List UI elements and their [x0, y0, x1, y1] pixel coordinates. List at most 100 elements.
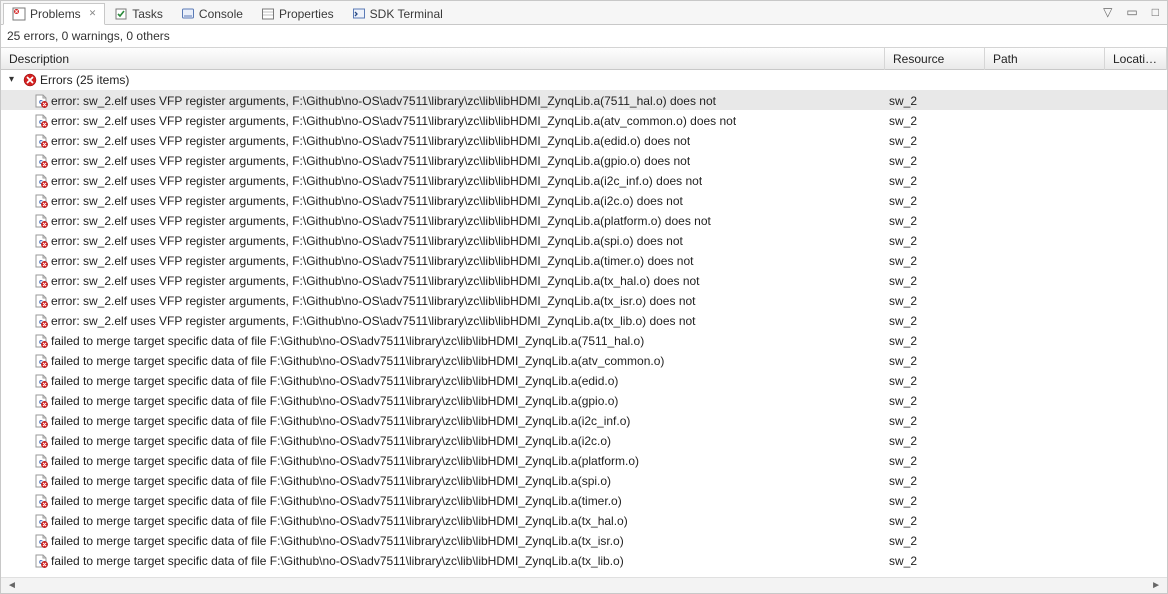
- problem-row[interactable]: c error: sw_2.elf uses VFP register argu…: [1, 270, 1167, 290]
- close-icon[interactable]: ✕: [89, 8, 97, 19]
- horizontal-scrollbar[interactable]: ◄ ►: [1, 577, 1167, 593]
- resource-cell: sw_2: [885, 351, 985, 371]
- view-toolbar: ▽ ▭ □: [1099, 3, 1163, 21]
- tab-console[interactable]: Console: [172, 3, 252, 25]
- c-error-file-icon: c: [31, 254, 51, 268]
- problem-row[interactable]: c failed to merge target specific data o…: [1, 550, 1167, 570]
- problem-row[interactable]: c error: sw_2.elf uses VFP register argu…: [1, 290, 1167, 310]
- c-error-file-icon: c: [31, 554, 51, 568]
- problem-text: error: sw_2.elf uses VFP register argume…: [51, 111, 736, 131]
- c-error-file-icon: c: [31, 274, 51, 288]
- scroll-right-arrow-icon[interactable]: ►: [1147, 580, 1165, 591]
- problem-text: error: sw_2.elf uses VFP register argume…: [51, 271, 700, 291]
- view-menu-button[interactable]: ▽: [1099, 3, 1116, 21]
- problem-row[interactable]: c failed to merge target specific data o…: [1, 450, 1167, 470]
- tab-sdk-terminal[interactable]: SDK Terminal: [343, 3, 452, 25]
- c-error-file-icon: c: [31, 394, 51, 408]
- resource-cell: sw_2: [885, 151, 985, 171]
- expand-twisty-icon[interactable]: ▾: [9, 70, 20, 90]
- problem-text: error: sw_2.elf uses VFP register argume…: [51, 171, 702, 191]
- group-label: Errors (25 items): [40, 70, 129, 90]
- c-error-file-icon: c: [31, 434, 51, 448]
- tab-label: Properties: [279, 7, 334, 21]
- problem-text: failed to merge target specific data of …: [51, 391, 618, 411]
- problem-row[interactable]: c error: sw_2.elf uses VFP register argu…: [1, 130, 1167, 150]
- table-body: ▾ Errors (25 items) c error: sw_2.elf us…: [1, 70, 1167, 577]
- resource-cell: sw_2: [885, 291, 985, 311]
- problem-row[interactable]: c failed to merge target specific data o…: [1, 470, 1167, 490]
- problem-row[interactable]: c failed to merge target specific data o…: [1, 490, 1167, 510]
- tab-tasks[interactable]: Tasks: [105, 3, 172, 25]
- c-error-file-icon: c: [31, 174, 51, 188]
- resource-cell: sw_2: [885, 531, 985, 551]
- maximize-button[interactable]: □: [1148, 3, 1163, 21]
- c-error-file-icon: c: [31, 414, 51, 428]
- problem-row[interactable]: c failed to merge target specific data o…: [1, 510, 1167, 530]
- problem-row[interactable]: c error: sw_2.elf uses VFP register argu…: [1, 110, 1167, 130]
- problem-row[interactable]: c failed to merge target specific data o…: [1, 530, 1167, 550]
- tab-problems[interactable]: Problems ✕: [3, 3, 105, 25]
- c-error-file-icon: c: [31, 134, 51, 148]
- error-group-row[interactable]: ▾ Errors (25 items): [1, 70, 1167, 90]
- tab-label: Console: [199, 7, 243, 21]
- problem-row[interactable]: c error: sw_2.elf uses VFP register argu…: [1, 250, 1167, 270]
- resource-cell: sw_2: [885, 211, 985, 231]
- problem-text: failed to merge target specific data of …: [51, 331, 644, 351]
- problems-icon: [12, 7, 26, 21]
- tab-label: SDK Terminal: [370, 7, 443, 21]
- resource-cell: sw_2: [885, 451, 985, 471]
- problem-row[interactable]: c error: sw_2.elf uses VFP register argu…: [1, 190, 1167, 210]
- problem-text: error: sw_2.elf uses VFP register argume…: [51, 151, 690, 171]
- problem-row[interactable]: c failed to merge target specific data o…: [1, 390, 1167, 410]
- problem-row[interactable]: c error: sw_2.elf uses VFP register argu…: [1, 150, 1167, 170]
- problem-row[interactable]: c failed to merge target specific data o…: [1, 370, 1167, 390]
- c-error-file-icon: c: [31, 514, 51, 528]
- error-badge-icon: [20, 73, 40, 87]
- tab-label: Problems: [30, 7, 81, 21]
- minimize-button[interactable]: ▭: [1122, 3, 1141, 21]
- resource-cell: sw_2: [885, 391, 985, 411]
- resource-cell: sw_2: [885, 251, 985, 271]
- column-header-resource[interactable]: Resource: [885, 48, 985, 70]
- problem-text: error: sw_2.elf uses VFP register argume…: [51, 251, 694, 271]
- c-error-file-icon: c: [31, 454, 51, 468]
- problems-view-panel: Problems ✕ Tasks Console Properties SDK Termi…: [0, 0, 1168, 594]
- console-icon: [181, 7, 195, 21]
- problem-text: error: sw_2.elf uses VFP register argume…: [51, 231, 683, 251]
- resource-cell: sw_2: [885, 511, 985, 531]
- c-error-file-icon: c: [31, 534, 51, 548]
- problem-text: failed to merge target specific data of …: [51, 511, 628, 531]
- problem-row[interactable]: c error: sw_2.elf uses VFP register argu…: [1, 310, 1167, 330]
- problem-text: failed to merge target specific data of …: [51, 531, 624, 551]
- column-header-description[interactable]: Description: [1, 48, 885, 70]
- problem-text: error: sw_2.elf uses VFP register argume…: [51, 311, 696, 331]
- problem-text: error: sw_2.elf uses VFP register argume…: [51, 131, 690, 151]
- resource-cell: sw_2: [885, 331, 985, 351]
- tab-properties[interactable]: Properties: [252, 3, 343, 25]
- c-error-file-icon: c: [31, 94, 51, 108]
- problems-summary: 25 errors, 0 warnings, 0 others: [1, 25, 1167, 47]
- resource-cell: sw_2: [885, 431, 985, 451]
- problem-row[interactable]: c failed to merge target specific data o…: [1, 410, 1167, 430]
- resource-cell: sw_2: [885, 91, 985, 111]
- problem-row[interactable]: c error: sw_2.elf uses VFP register argu…: [1, 170, 1167, 190]
- c-error-file-icon: c: [31, 374, 51, 388]
- problem-row[interactable]: c failed to merge target specific data o…: [1, 430, 1167, 450]
- resource-cell: sw_2: [885, 131, 985, 151]
- resource-cell: sw_2: [885, 311, 985, 331]
- table-header: Description Resource Path Location: [1, 48, 1167, 70]
- problem-row[interactable]: c failed to merge target specific data o…: [1, 330, 1167, 350]
- problem-row[interactable]: c error: sw_2.elf uses VFP register argu…: [1, 210, 1167, 230]
- tab-label: Tasks: [132, 7, 163, 21]
- scroll-left-arrow-icon[interactable]: ◄: [3, 580, 21, 591]
- column-header-location[interactable]: Location: [1105, 48, 1167, 70]
- resource-cell: sw_2: [885, 191, 985, 211]
- problem-row[interactable]: c error: sw_2.elf uses VFP register argu…: [1, 230, 1167, 250]
- problem-row[interactable]: c error: sw_2.elf uses VFP register argu…: [1, 90, 1167, 110]
- c-error-file-icon: c: [31, 194, 51, 208]
- column-header-path[interactable]: Path: [985, 48, 1105, 70]
- problems-table: Description Resource Path Location ▾ Err…: [1, 47, 1167, 593]
- resource-cell: sw_2: [885, 231, 985, 251]
- problem-row[interactable]: c failed to merge target specific data o…: [1, 350, 1167, 370]
- properties-icon: [261, 7, 275, 21]
